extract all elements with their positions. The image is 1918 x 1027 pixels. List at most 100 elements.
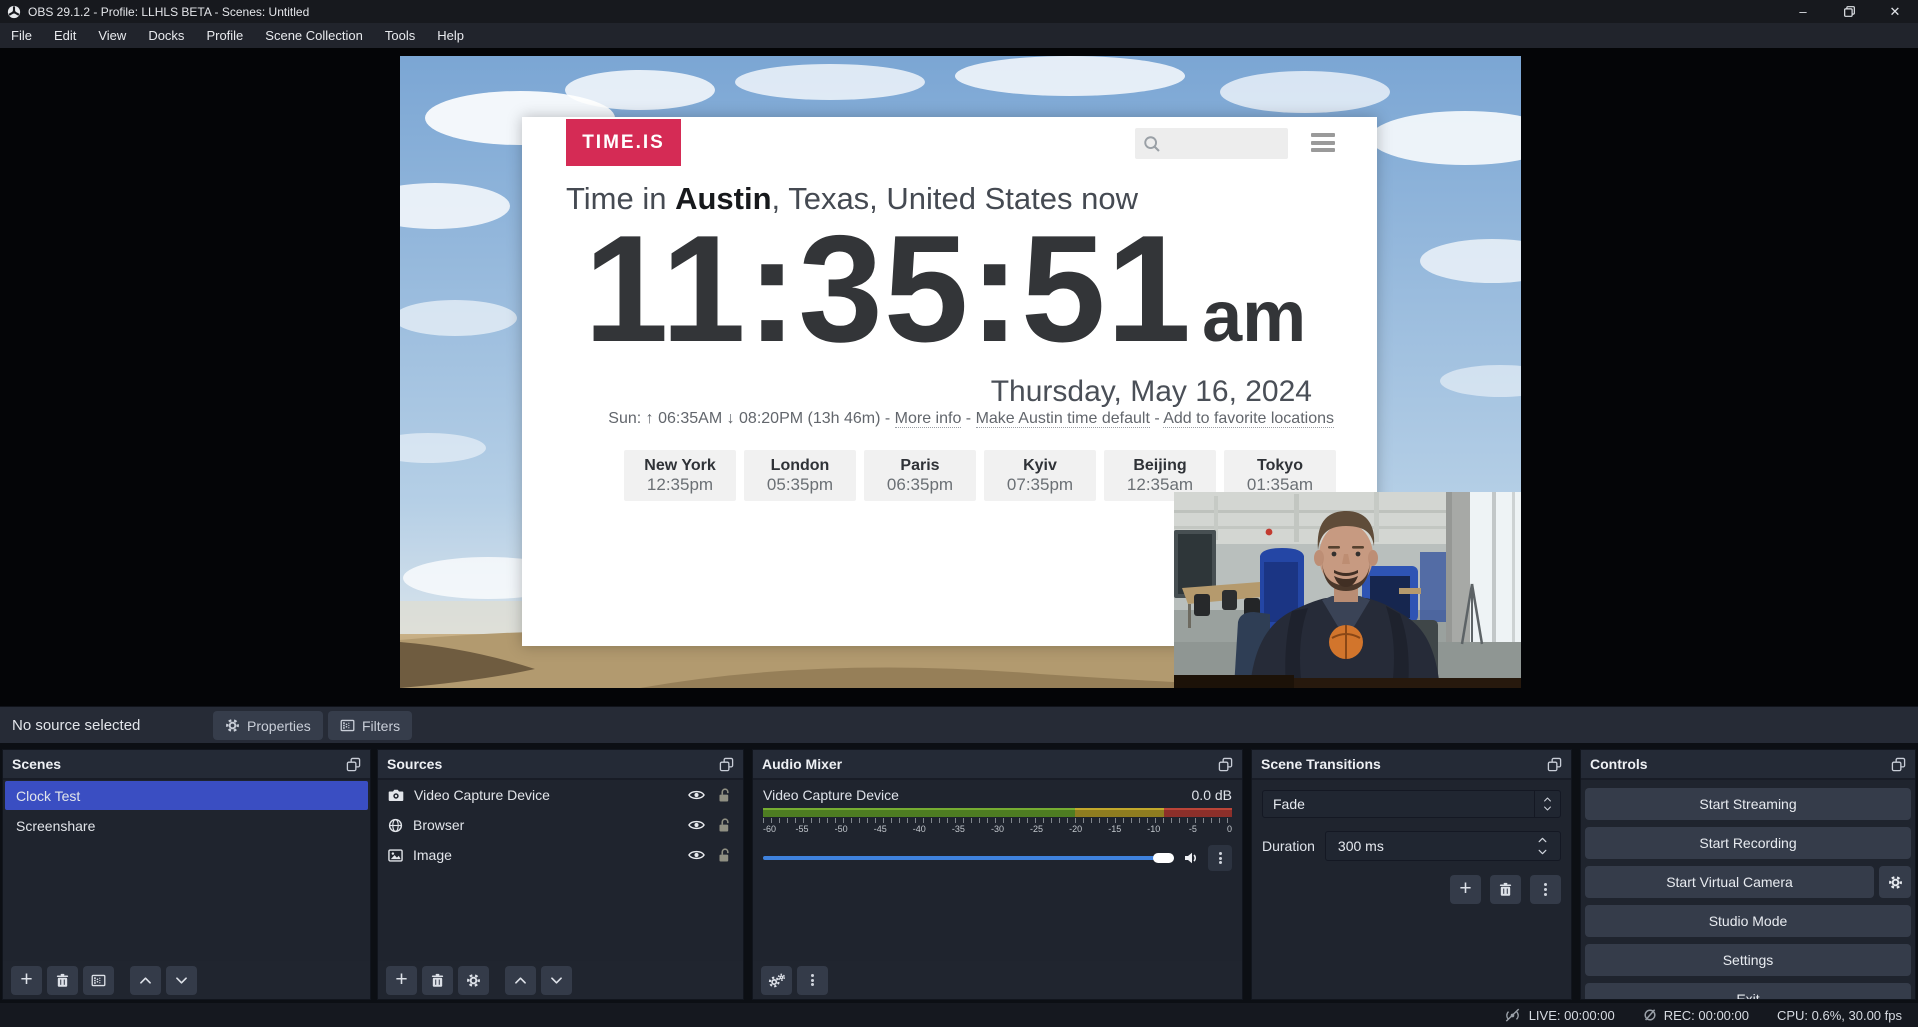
- speaker-icon[interactable]: [1183, 850, 1199, 866]
- close-button[interactable]: ✕: [1872, 0, 1918, 23]
- mixer-channel-menu-button[interactable]: [1208, 845, 1232, 871]
- move-source-down-button[interactable]: [541, 966, 572, 995]
- visibility-eye-icon[interactable]: [688, 819, 705, 831]
- volume-slider-handle[interactable]: [1153, 853, 1174, 863]
- remove-source-button[interactable]: [422, 966, 453, 995]
- scene-item-screenshare[interactable]: Screenshare: [5, 811, 368, 840]
- webcam-overlay[interactable]: [1174, 492, 1521, 688]
- menu-docks[interactable]: Docks: [137, 23, 195, 48]
- mixer-menu-button[interactable]: [797, 966, 828, 995]
- menu-help[interactable]: Help: [426, 23, 475, 48]
- timeis-logo-text: TIME.IS: [582, 132, 665, 154]
- clock-time: 11:35:51: [584, 204, 1192, 374]
- studio-mode-button[interactable]: Studio Mode: [1585, 905, 1911, 937]
- chevron-up-icon: [139, 975, 152, 986]
- scene-item-clock-test[interactable]: Clock Test: [5, 781, 368, 810]
- minimize-button[interactable]: –: [1780, 0, 1826, 23]
- menu-edit[interactable]: Edit: [43, 23, 87, 48]
- stream-inactive-icon: [1503, 1008, 1522, 1022]
- more-info-link[interactable]: More info: [895, 410, 962, 428]
- popout-icon[interactable]: [1891, 757, 1906, 772]
- source-item-browser[interactable]: Browser: [378, 810, 743, 840]
- unlock-icon[interactable]: [718, 848, 731, 863]
- search-box[interactable]: [1135, 128, 1288, 159]
- scenes-panel-title: Scenes: [12, 756, 61, 772]
- search-input[interactable]: [1167, 135, 1280, 153]
- move-scene-down-button[interactable]: [166, 966, 197, 995]
- timeis-logo[interactable]: TIME.IS: [566, 119, 681, 166]
- world-clock-london[interactable]: London05:35pm: [744, 450, 856, 501]
- visibility-eye-icon[interactable]: [688, 849, 705, 861]
- source-properties-button[interactable]: [458, 966, 489, 995]
- virtual-camera-config-button[interactable]: [1879, 866, 1911, 898]
- filter-icon: [91, 973, 106, 988]
- move-scene-up-button[interactable]: [130, 966, 161, 995]
- popout-icon[interactable]: [1218, 757, 1233, 772]
- advanced-audio-button[interactable]: [761, 966, 792, 995]
- make-default-link[interactable]: Make Austin time default: [976, 410, 1150, 428]
- move-source-up-button[interactable]: [505, 966, 536, 995]
- chevron-up-icon: [1537, 836, 1548, 844]
- menu-profile[interactable]: Profile: [195, 23, 254, 48]
- scene-filters-button[interactable]: [83, 966, 114, 995]
- duration-spin-arrows[interactable]: [1537, 836, 1548, 856]
- world-clock-kyiv[interactable]: Kyiv07:35pm: [984, 450, 1096, 501]
- add-favorite-link[interactable]: Add to favorite locations: [1163, 410, 1334, 428]
- combo-spin-arrows[interactable]: [1534, 791, 1560, 817]
- menu-scene-collection[interactable]: Scene Collection: [254, 23, 374, 48]
- duration-input[interactable]: 300 ms: [1325, 831, 1561, 861]
- date-text: Thursday, May 16, 2024: [991, 375, 1312, 409]
- chevron-down-icon: [175, 975, 188, 986]
- status-bar: LIVE: 00:00:00 REC: 00:00:00 CPU: 0.6%, …: [0, 1003, 1918, 1027]
- kebab-icon: [1219, 850, 1222, 865]
- chevron-up-icon: [514, 975, 527, 986]
- meter-tick-marks: [763, 818, 1232, 823]
- audio-mixer-panel: Audio Mixer Video Capture Device 0.0 dB …: [752, 749, 1243, 1000]
- preview-canvas[interactable]: TIME.IS Time in Austin, Texas, United St…: [400, 56, 1521, 688]
- chevron-down-icon: [1537, 848, 1548, 856]
- add-source-button[interactable]: +: [386, 966, 417, 995]
- add-transition-button[interactable]: +: [1450, 875, 1481, 904]
- live-status: LIVE: 00:00:00: [1503, 1008, 1615, 1023]
- exit-button[interactable]: Exit: [1585, 983, 1911, 999]
- source-item-image[interactable]: Image: [378, 840, 743, 870]
- webcam-video: [1174, 492, 1521, 688]
- trash-icon: [430, 973, 445, 988]
- popout-icon[interactable]: [719, 757, 734, 772]
- remove-scene-button[interactable]: [47, 966, 78, 995]
- transition-menu-button[interactable]: [1530, 875, 1561, 904]
- remove-transition-button[interactable]: [1490, 875, 1521, 904]
- filters-button[interactable]: Filters: [328, 711, 412, 740]
- scenes-panel: Scenes Clock Test Screenshare +: [2, 749, 371, 1000]
- clock-display: 11:35:51am: [584, 209, 1306, 369]
- settings-button[interactable]: Settings: [1585, 944, 1911, 976]
- restore-button[interactable]: [1826, 0, 1872, 23]
- unlock-icon[interactable]: [718, 818, 731, 833]
- start-recording-button[interactable]: Start Recording: [1585, 827, 1911, 859]
- start-virtual-camera-button[interactable]: Start Virtual Camera: [1585, 866, 1874, 898]
- properties-button[interactable]: Properties: [213, 711, 323, 740]
- popout-icon[interactable]: [346, 757, 361, 772]
- cpu-fps-status: CPU: 0.6%, 30.00 fps: [1777, 1008, 1902, 1023]
- menu-tools[interactable]: Tools: [374, 23, 426, 48]
- menu-view[interactable]: View: [87, 23, 137, 48]
- visibility-eye-icon[interactable]: [688, 789, 705, 801]
- start-streaming-button[interactable]: Start Streaming: [1585, 788, 1911, 820]
- volume-slider[interactable]: [763, 856, 1174, 860]
- source-item-video-capture[interactable]: Video Capture Device: [378, 780, 743, 810]
- popout-icon[interactable]: [1547, 757, 1562, 772]
- kebab-icon: [1544, 882, 1547, 897]
- controls-panel: Controls Start Streaming Start Recording…: [1580, 749, 1916, 1000]
- trash-icon: [1498, 882, 1513, 897]
- menu-file[interactable]: File: [0, 23, 43, 48]
- duration-label: Duration: [1262, 838, 1315, 854]
- trash-icon: [55, 973, 70, 988]
- unlock-icon[interactable]: [718, 788, 731, 803]
- world-clock-paris[interactable]: Paris06:35pm: [864, 450, 976, 501]
- transition-select[interactable]: Fade: [1262, 790, 1561, 818]
- camera-icon: [388, 788, 404, 802]
- world-clock-newyork[interactable]: New York12:35pm: [624, 450, 736, 501]
- hamburger-menu-icon[interactable]: [1311, 133, 1335, 152]
- add-scene-button[interactable]: +: [11, 966, 42, 995]
- restore-icon: [1843, 5, 1856, 18]
